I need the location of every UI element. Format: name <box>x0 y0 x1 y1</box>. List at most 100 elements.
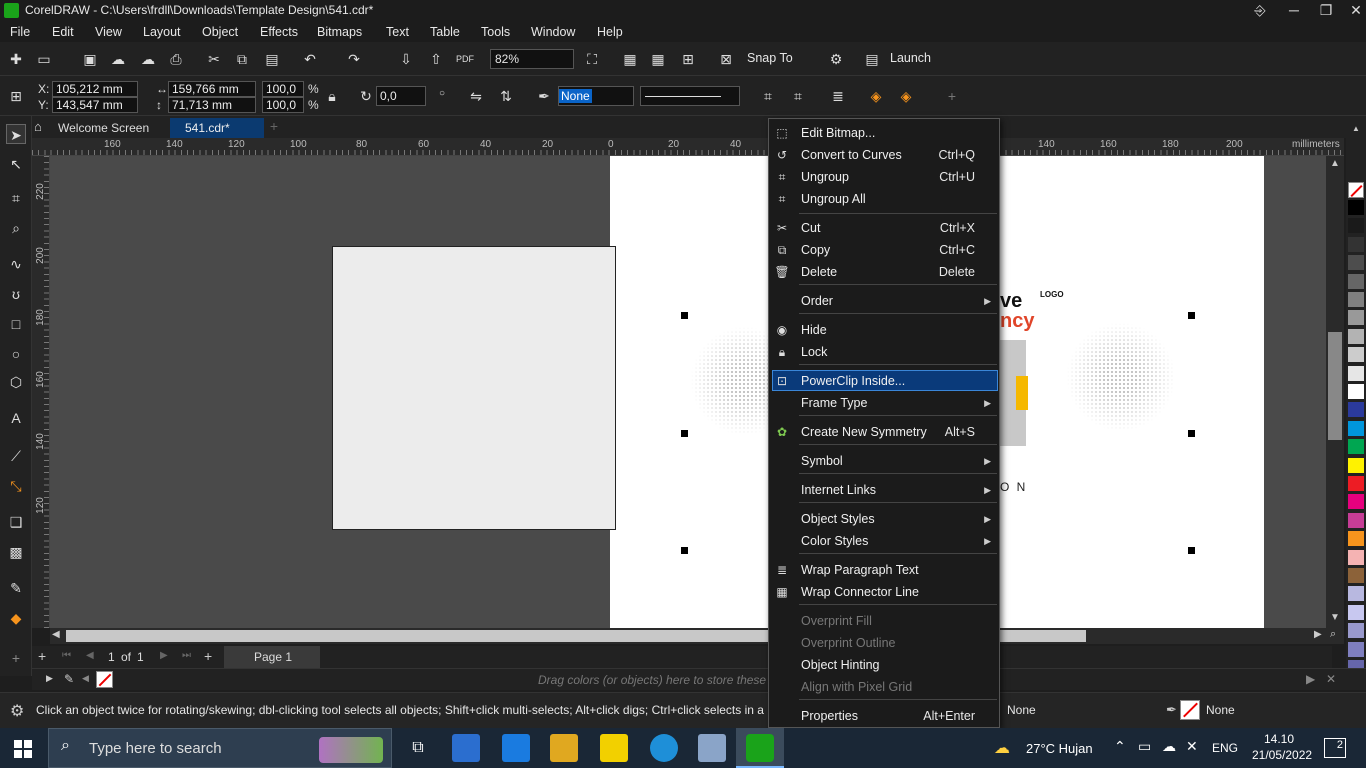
menu-view[interactable]: View <box>95 25 122 39</box>
crop-tool-icon[interactable]: ⌗ <box>6 188 26 208</box>
zoom-to-page-icon[interactable]: ⛶ <box>582 49 602 69</box>
menu-item-symbol[interactable]: Symbol ▶ <box>801 451 995 471</box>
design-text-on[interactable]: O N <box>1000 480 1027 494</box>
scale-width-field[interactable]: 100,0 <box>262 81 304 97</box>
artistic-media-icon[interactable]: ʊ <box>6 284 26 304</box>
palette-swatch[interactable] <box>1348 384 1364 400</box>
line-style-select[interactable] <box>640 86 740 106</box>
shape-tool-icon[interactable]: ↖ <box>6 154 26 174</box>
import-icon[interactable]: ⇩ <box>396 49 416 69</box>
rotation-icon[interactable]: ↻ <box>356 86 376 106</box>
show-grid-icon[interactable]: ▦ <box>648 49 668 69</box>
notifications-icon[interactable]: 2 <box>1324 738 1346 758</box>
palette-swatch[interactable] <box>1348 402 1364 419</box>
palette-swatch[interactable] <box>1348 347 1364 364</box>
convert-curves-toolbar-icon[interactable]: ⌗ <box>758 86 778 106</box>
taskbar-search-box[interactable]: ⌕ Type here to search <box>48 728 392 768</box>
palette-scroll-up-icon[interactable]: ▲ <box>1348 124 1364 136</box>
palette-swatch[interactable] <box>1348 365 1364 382</box>
rotation-field[interactable]: 0,0 <box>376 86 426 106</box>
menu-item-internet-links[interactable]: Internet Links ▶ <box>801 480 995 500</box>
selection-handle[interactable] <box>681 312 688 319</box>
halftone-right[interactable] <box>1066 322 1176 432</box>
snap-off-icon[interactable]: ⊠ <box>716 49 736 69</box>
outline-color-swatch[interactable] <box>1180 700 1200 720</box>
wrap-text-toolbar-icon[interactable]: ≣ <box>828 86 848 106</box>
menu-edit[interactable]: Edit <box>52 25 74 39</box>
menu-bitmaps[interactable]: Bitmaps <box>317 25 362 39</box>
launch-dropdown[interactable]: Launch <box>890 51 931 65</box>
palette-swatch[interactable] <box>1348 255 1364 272</box>
menu-item-frame-type[interactable]: Frame Type ▶ <box>801 393 995 413</box>
menu-item-wrap-paragraph-text[interactable]: Wrap Paragraph Text <box>801 560 995 580</box>
maximize-button[interactable]: ❐ <box>1310 0 1342 22</box>
microsoft-store-icon[interactable] <box>452 734 480 762</box>
menu-window[interactable]: Window <box>531 25 575 39</box>
menu-item-order[interactable]: Order ▶ <box>801 291 995 311</box>
polygon-tool-icon[interactable]: ⬡ <box>6 372 26 392</box>
menu-item-create-new-symmetry[interactable]: Create New Symmetry Alt+S <box>801 422 995 442</box>
volume-mute-icon[interactable]: ✕ <box>1186 738 1198 755</box>
outline-width-select[interactable]: None <box>558 86 634 106</box>
palette-swatch[interactable] <box>1348 218 1364 235</box>
design-yellow-shape[interactable] <box>1016 376 1028 410</box>
menu-item-wrap-connector-line[interactable]: Wrap Connector Line <box>801 582 995 602</box>
no-color-swatch[interactable] <box>1348 182 1364 198</box>
ellipse-tool-icon[interactable]: ○ <box>6 344 26 364</box>
fill-status[interactable]: None <box>1007 703 1036 717</box>
first-page-icon[interactable]: ⏮ <box>62 650 71 661</box>
horizontal-scrollbar[interactable]: ◀ ▶ ⌕ <box>50 628 1344 644</box>
vertical-ruler[interactable]: 220 200 180 160 140 120 <box>32 156 50 628</box>
selection-handle[interactable] <box>681 430 688 437</box>
tab-document[interactable]: 541.cdr* <box>170 118 264 138</box>
mirror-vertical-icon[interactable]: ⇅ <box>496 86 516 106</box>
palette-swatch[interactable] <box>1348 236 1364 253</box>
design-logo[interactable]: LOGO <box>1040 290 1064 299</box>
add-icon[interactable]: + <box>942 86 962 106</box>
share-icon[interactable]: ⎆ <box>1244 0 1276 22</box>
palette-swatch[interactable] <box>1348 292 1364 308</box>
docker-right-icon[interactable]: ▶ <box>1306 672 1315 686</box>
palette-swatch[interactable] <box>1348 586 1364 603</box>
menu-item-object-hinting[interactable]: Object Hinting <box>801 655 995 675</box>
design-text-ncy[interactable]: ncy <box>1000 310 1034 333</box>
menu-text[interactable]: Text <box>386 25 409 39</box>
copy-toolbar-icon[interactable]: ⧉ <box>232 49 252 69</box>
show-hidden-icons[interactable]: ⌃ <box>1114 738 1126 755</box>
menu-item-edit-bitmap[interactable]: Edit Bitmap... <box>801 123 995 143</box>
palette-swatch[interactable] <box>1348 457 1364 474</box>
add-page-before-icon[interactable]: + <box>38 648 46 664</box>
save-icon[interactable]: ▣ <box>80 49 100 69</box>
scroll-down-icon[interactable]: ▼ <box>1330 612 1340 623</box>
freehand-tool-icon[interactable]: ∿ <box>6 254 26 274</box>
menu-item-object-styles[interactable]: Object Styles ▶ <box>801 509 995 529</box>
paste-icon[interactable]: ▤ <box>262 49 282 69</box>
menu-tools[interactable]: Tools <box>481 25 510 39</box>
sticky-notes-icon[interactable] <box>600 734 628 762</box>
undo-icon[interactable]: ↶ <box>300 49 320 69</box>
transparency-tool-icon[interactable]: ▩ <box>6 542 26 562</box>
palette-swatch[interactable] <box>1348 439 1364 456</box>
selection-handle[interactable] <box>681 547 688 554</box>
palette-swatch[interactable] <box>1348 420 1364 437</box>
open-icon[interactable]: ▭ <box>34 49 54 69</box>
lock-ratio-icon[interactable]: 🔒︎ <box>322 86 342 106</box>
cut-toolbar-icon[interactable]: ✂ <box>204 49 224 69</box>
selection-handle[interactable] <box>1188 312 1195 319</box>
vertical-scrollbar[interactable]: ▲ ▼ <box>1326 156 1344 628</box>
menu-item-properties[interactable]: Properties Alt+Enter <box>801 706 995 726</box>
menu-item-ungroup[interactable]: Ungroup Ctrl+U <box>801 167 995 187</box>
palette-swatch[interactable] <box>1348 623 1364 640</box>
scroll-left-icon[interactable]: ◀ <box>52 629 60 640</box>
outline-pen-icon[interactable]: ✒ <box>534 86 554 106</box>
docker-left-icon[interactable]: ◀ <box>82 673 89 684</box>
add-tool-icon[interactable]: + <box>6 648 26 668</box>
palette-swatch[interactable] <box>1348 476 1364 492</box>
windows-start-icon[interactable] <box>14 740 32 758</box>
last-page-icon[interactable]: ⏭ <box>182 650 191 661</box>
menu-effects[interactable]: Effects <box>260 25 298 39</box>
scroll-right-icon[interactable]: ▶ <box>1314 629 1322 640</box>
menu-object[interactable]: Object <box>202 25 238 39</box>
eyedropper-icon[interactable]: ✎ <box>64 672 74 686</box>
to-back-icon[interactable]: ◈ <box>896 86 916 106</box>
